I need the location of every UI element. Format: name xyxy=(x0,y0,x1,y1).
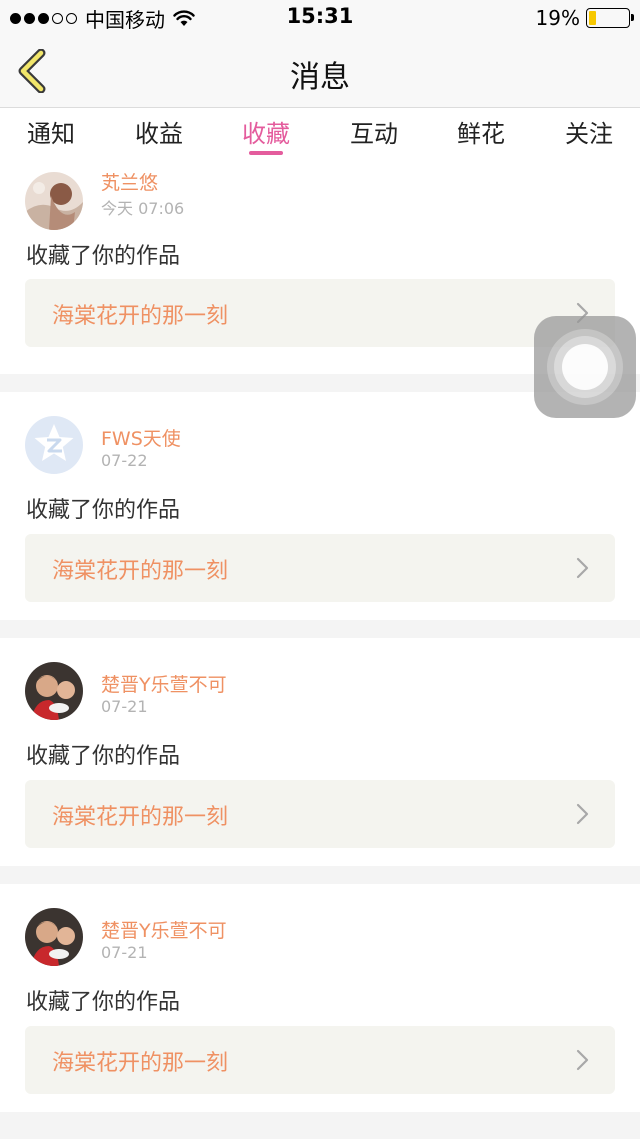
divider xyxy=(0,620,640,638)
work-title: 海棠花开的那一刻 xyxy=(52,559,229,584)
assistive-touch-button[interactable] xyxy=(534,316,636,418)
action-text: 收藏了你的作品 xyxy=(26,244,181,269)
assistive-touch-icon xyxy=(562,344,608,390)
divider xyxy=(0,866,640,884)
default-avatar-icon xyxy=(25,416,83,474)
user-name[interactable]: 芄兰悠 xyxy=(101,168,158,195)
tab-notifications[interactable]: 通知 xyxy=(27,114,75,149)
page-title: 消息 xyxy=(290,60,350,95)
battery-percent: 19% xyxy=(535,6,580,30)
action-text: 收藏了你的作品 xyxy=(26,990,181,1015)
work-title: 海棠花开的那一刻 xyxy=(52,304,229,329)
work-title: 海棠花开的那一刻 xyxy=(52,805,229,830)
tab-favorites[interactable]: 收藏 xyxy=(242,114,290,149)
work-link[interactable]: 海棠花开的那一刻 xyxy=(25,534,615,602)
chevron-right-icon xyxy=(576,1049,589,1071)
status-bar: 中国移动 15:31 19% xyxy=(0,0,640,34)
message-item: FWS天使 07-22 收藏了你的作品 海棠花开的那一刻 xyxy=(0,392,640,620)
navigation-bar: 消息 xyxy=(0,34,640,108)
avatar[interactable] xyxy=(25,908,83,966)
tab-bar: 通知 收益 收藏 互动 鲜花 关注 xyxy=(0,108,640,162)
divider xyxy=(0,1112,640,1139)
tab-following[interactable]: 关注 xyxy=(565,114,613,149)
tab-interactions[interactable]: 互动 xyxy=(350,114,398,149)
message-time: 今天 07:06 xyxy=(101,199,185,218)
action-text: 收藏了你的作品 xyxy=(26,744,181,769)
tab-earnings[interactable]: 收益 xyxy=(135,114,183,149)
work-link[interactable]: 海棠花开的那一刻 xyxy=(25,1026,615,1094)
message-time: 07-21 xyxy=(101,943,148,962)
user-name[interactable]: 楚晋Y乐萱不可 xyxy=(101,670,227,697)
user-name[interactable]: FWS天使 xyxy=(101,424,181,451)
avatar[interactable] xyxy=(25,416,83,474)
work-link[interactable]: 海棠花开的那一刻 xyxy=(25,780,615,848)
chevron-right-icon xyxy=(576,803,589,825)
message-time: 07-22 xyxy=(101,451,148,470)
user-name[interactable]: 楚晋Y乐萱不可 xyxy=(101,916,227,943)
message-item: 楚晋Y乐萱不可 07-21 收藏了你的作品 海棠花开的那一刻 xyxy=(0,884,640,1112)
active-tab-indicator xyxy=(249,151,283,155)
chevron-right-icon xyxy=(576,557,589,579)
tab-flowers[interactable]: 鲜花 xyxy=(457,114,505,149)
messages-screen: 中国移动 15:31 19% 消息 通知 收益 收藏 互动 鲜花 关注 芄兰悠 … xyxy=(0,0,640,1139)
work-title: 海棠花开的那一刻 xyxy=(52,1051,229,1076)
battery-icon xyxy=(586,8,634,28)
avatar[interactable] xyxy=(25,172,83,230)
message-item: 楚晋Y乐萱不可 07-21 收藏了你的作品 海棠花开的那一刻 xyxy=(0,638,640,866)
action-text: 收藏了你的作品 xyxy=(26,498,181,523)
work-link[interactable]: 海棠花开的那一刻 xyxy=(25,279,615,347)
message-time: 07-21 xyxy=(101,697,148,716)
avatar[interactable] xyxy=(25,662,83,720)
